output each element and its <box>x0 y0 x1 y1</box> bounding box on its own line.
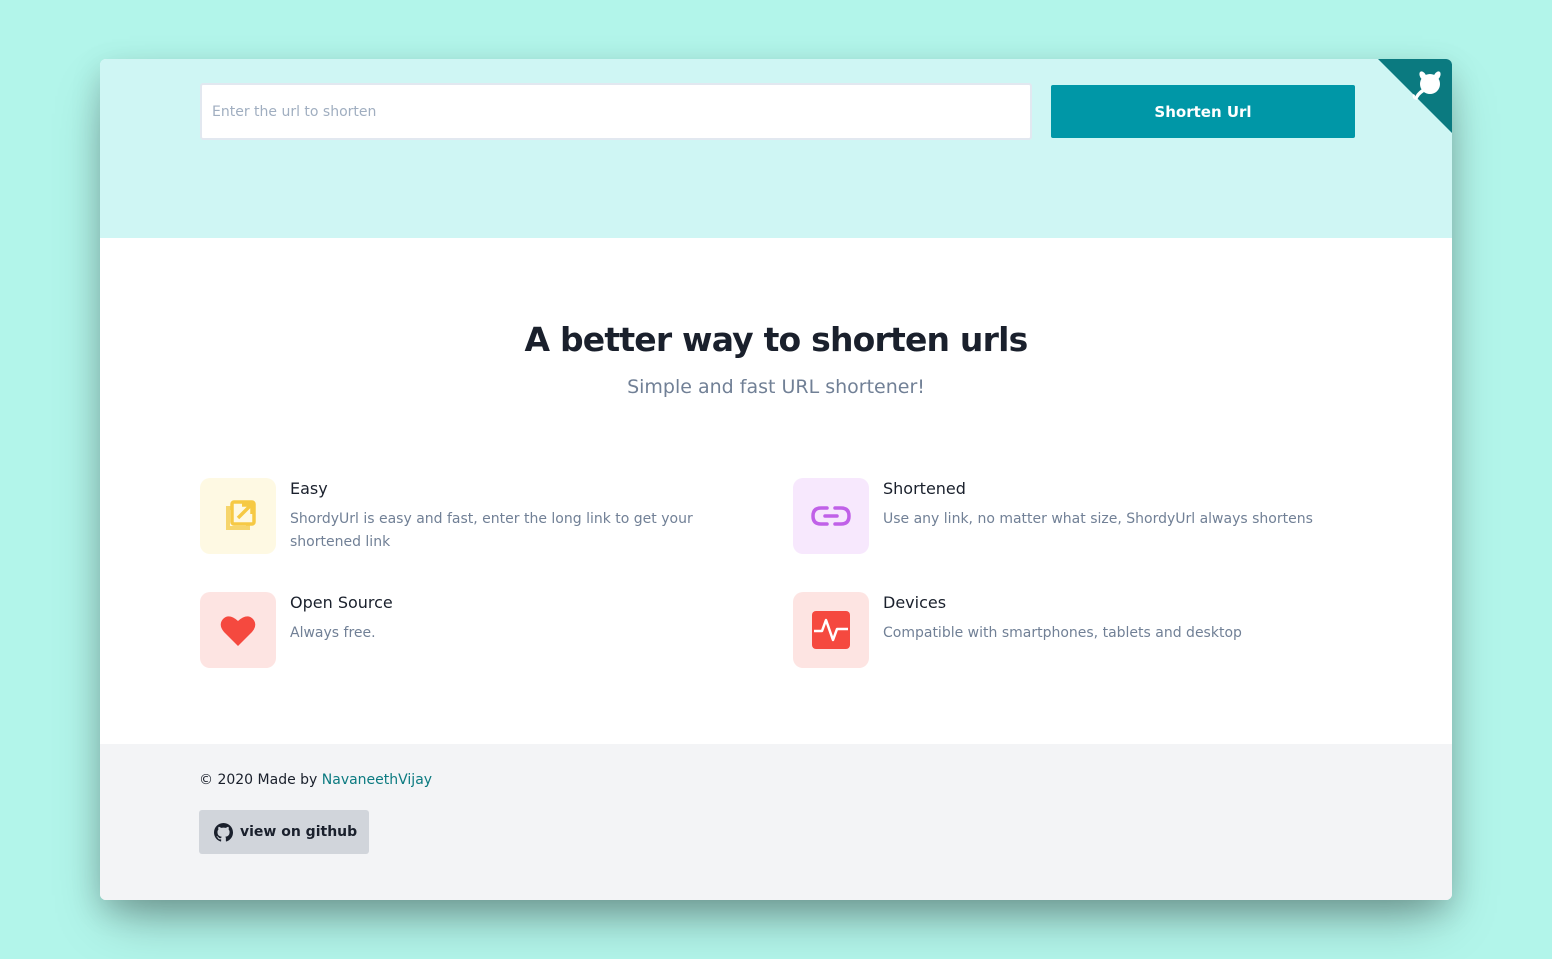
feature-icon-box <box>793 592 869 668</box>
heart-icon <box>220 616 256 646</box>
feature-shortened: Shortened Use any link, no matter what s… <box>793 478 1353 558</box>
external-link-icon <box>226 500 256 530</box>
page-subtitle: Simple and fast URL shortener! <box>627 376 925 398</box>
feature-title: Easy <box>290 479 328 498</box>
footer-credit: © 2020 Made by NavaneethVijay <box>199 772 432 788</box>
feature-open-source: Open Source Always free. <box>200 592 760 672</box>
feature-icon-box <box>793 478 869 554</box>
url-input[interactable] <box>200 83 1032 140</box>
link-icon <box>811 506 851 526</box>
feature-description: Always free. <box>290 625 376 641</box>
feature-title: Devices <box>883 593 947 612</box>
shorten-url-button[interactable]: Shorten Url <box>1051 85 1355 138</box>
copyright-text: © 2020 Made by <box>199 772 318 788</box>
header-section: Shorten Url <box>100 59 1452 238</box>
feature-description: Use any link, no matter what size, Shord… <box>883 511 1313 527</box>
app-card: Shorten Url A better way to shorten urls… <box>100 59 1452 900</box>
feature-description: ShordyUrl is easy and fast, enter the lo… <box>290 511 693 550</box>
feature-icon-box <box>200 592 276 668</box>
view-on-github-button[interactable]: view on github <box>199 810 369 854</box>
feature-easy: Easy ShordyUrl is easy and fast, enter t… <box>200 478 760 558</box>
features-section: A better way to shorten urls Simple and … <box>100 238 1452 744</box>
feature-title: Open Source <box>290 593 393 612</box>
author-link[interactable]: NavaneethVijay <box>322 772 432 788</box>
footer: © 2020 Made by NavaneethVijay view on gi… <box>100 744 1452 900</box>
activity-icon <box>812 611 850 649</box>
github-icon <box>214 822 233 842</box>
feature-devices: Devices Compatible with smartphones, tab… <box>793 592 1353 672</box>
github-button-label: view on github <box>240 824 358 840</box>
feature-description: Compatible with smartphones, tablets and… <box>883 625 1242 641</box>
feature-title: Shortened <box>883 479 966 498</box>
page-title: A better way to shorten urls <box>524 320 1029 359</box>
github-octocat-icon <box>1378 59 1452 133</box>
feature-icon-box <box>200 478 276 554</box>
github-corner-link[interactable] <box>1378 59 1452 133</box>
